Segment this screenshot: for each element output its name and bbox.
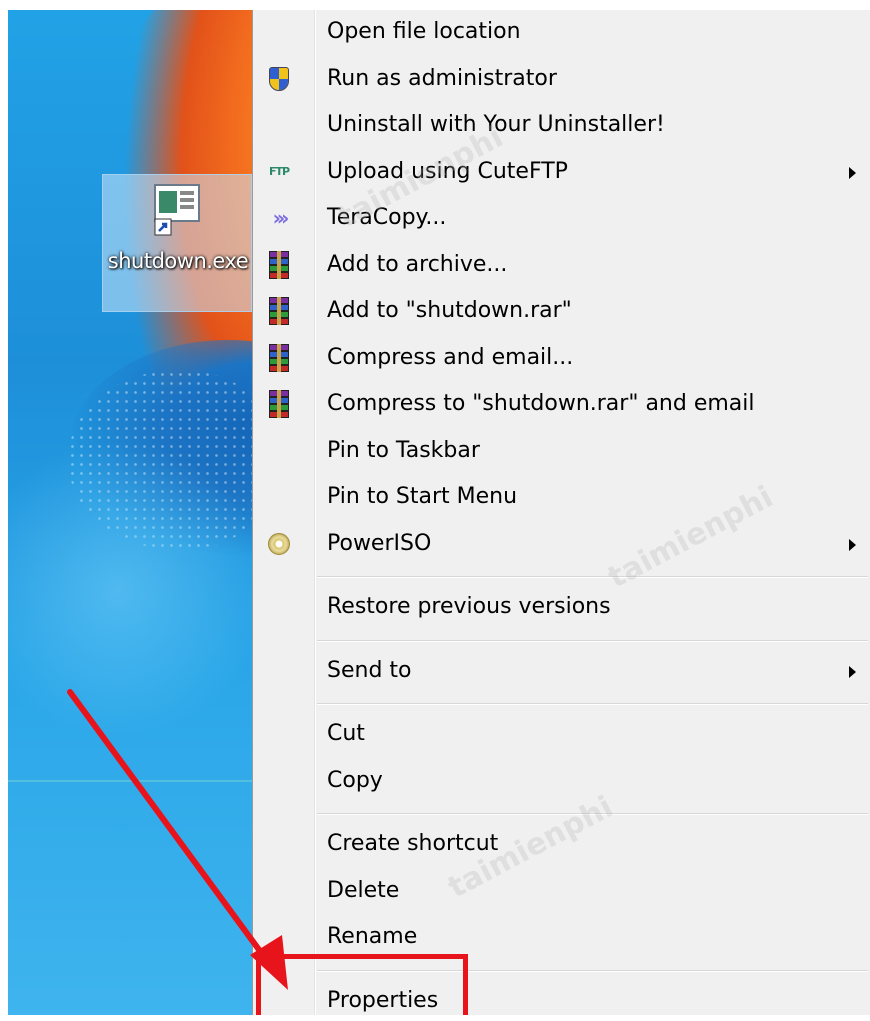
winrar-icon — [265, 343, 293, 372]
menu-item-label: Delete — [327, 877, 400, 903]
wallpaper-line — [8, 780, 258, 782]
menu-item-poweriso[interactable]: PowerISO — [253, 524, 870, 564]
menu-item-compress-to-shutdown-rar-and-email[interactable]: Compress to "shutdown.rar" and email — [253, 384, 870, 424]
menu-item-label: Add to archive... — [327, 251, 508, 277]
menu-item-label: Send to — [327, 657, 412, 683]
desktop-icon-shutdown[interactable]: shutdown.exe — [102, 174, 252, 312]
winrar-icon — [265, 297, 293, 325]
menu-item-label: Pin to Taskbar — [327, 437, 480, 463]
menu-item-label: Compress to "shutdown.rar" and email — [327, 391, 755, 416]
application-shortcut-icon — [154, 184, 200, 236]
menu-item-label: Restore previous versions — [327, 594, 611, 619]
menu-item-label: Add to "shutdown.rar" — [327, 298, 572, 323]
winrar-icon — [265, 390, 293, 418]
menu-item-send-to[interactable]: Send to — [253, 651, 870, 691]
menu-separator — [317, 639, 868, 642]
menu-item-label: PowerISO — [327, 530, 432, 556]
menu-item-label: Compress and email... — [327, 344, 574, 370]
desktop-background — [8, 10, 258, 1015]
menu-item-label: Cut — [327, 721, 365, 746]
submenu-arrow-icon — [849, 166, 856, 179]
menu-item-uninstall-with-your-uninstaller[interactable]: Uninstall with Your Uninstaller! — [253, 105, 870, 145]
desktop-icon-label: shutdown.exe — [107, 249, 249, 273]
menu-item-label: Pin to Start Menu — [327, 484, 518, 509]
cuteftp-icon: FTP — [268, 165, 290, 178]
menu-item-compress-and-email[interactable]: Compress and email... — [253, 338, 870, 378]
menu-item-restore-previous-versions[interactable]: Restore previous versions — [253, 587, 870, 627]
menu-item-label: Open file location — [327, 19, 521, 44]
teracopy-icon: ››› — [272, 206, 290, 230]
submenu-arrow-icon — [849, 665, 856, 678]
menu-item-pin-to-taskbar[interactable]: Pin to Taskbar — [253, 431, 870, 471]
menu-item-open-file-location[interactable]: Open file location — [253, 12, 870, 52]
menu-item-label: Rename — [327, 924, 418, 949]
annotation-highlight-box — [256, 954, 468, 1015]
wallpaper-glow — [8, 440, 258, 740]
menu-item-upload-using-cuteftp[interactable]: FTP Upload using CuteFTP — [253, 152, 870, 192]
menu-item-copy[interactable]: Copy — [253, 761, 870, 801]
menu-item-label: Run as administrator — [327, 65, 557, 91]
menu-item-add-to-archive[interactable]: Add to archive... — [253, 245, 870, 285]
menu-separator — [317, 703, 868, 705]
poweriso-disc-icon — [265, 530, 293, 558]
menu-item-label: Copy — [327, 767, 383, 793]
menu-item-add-to-shutdown-rar[interactable]: Add to "shutdown.rar" — [253, 291, 870, 331]
menu-separator — [317, 576, 868, 578]
menu-item-cut[interactable]: Cut — [253, 714, 870, 754]
uac-shield-icon — [265, 65, 293, 93]
submenu-arrow-icon — [849, 538, 856, 551]
menu-item-rename[interactable]: Rename — [253, 917, 870, 957]
menu-item-run-as-administrator[interactable]: Run as administrator — [253, 59, 870, 99]
winrar-icon — [265, 250, 293, 279]
menu-item-delete[interactable]: Delete — [253, 871, 870, 911]
context-menu: Open file location Run as administrator Un… — [252, 10, 870, 1015]
